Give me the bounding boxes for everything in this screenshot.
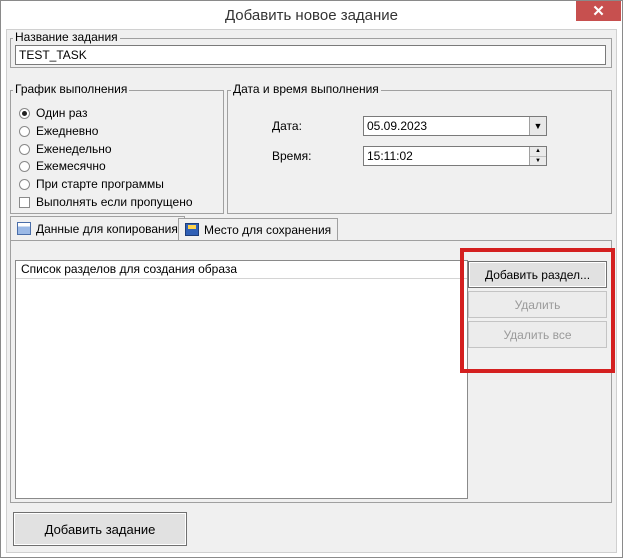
- radio-icon: [19, 143, 30, 155]
- schedule-option-monthly[interactable]: Ежемесячно: [19, 157, 106, 175]
- date-value: 05.09.2023: [367, 119, 428, 133]
- chevron-down-icon[interactable]: ▼: [529, 117, 546, 135]
- radio-label: При старте программы: [36, 177, 164, 191]
- tab-copy-data[interactable]: Данные для копирования: [10, 216, 185, 240]
- radio-icon: [19, 160, 30, 172]
- radio-icon: [19, 125, 30, 137]
- close-icon: ✕: [592, 3, 605, 20]
- tab-save-location[interactable]: Место для сохранения: [178, 218, 339, 240]
- floppy-disk-icon: [185, 223, 199, 236]
- close-button[interactable]: ✕: [576, 1, 621, 21]
- tab-label: Данные для копирования: [36, 221, 178, 236]
- tab-label: Место для сохранения: [204, 222, 332, 237]
- title-bar[interactable]: Добавить новое задание: [1, 1, 622, 29]
- date-label: Дата:: [272, 119, 302, 133]
- run-if-missed-checkbox[interactable]: Выполнять если пропущено: [19, 193, 193, 211]
- time-spinner[interactable]: 15:11:02 ▲ ▼: [363, 146, 547, 166]
- radio-label: Ежедневно: [36, 124, 99, 138]
- window-title: Добавить новое задание: [224, 7, 399, 24]
- time-value: 15:11:02: [367, 149, 413, 163]
- radio-label: Ежемесячно: [36, 159, 106, 173]
- schedule-option-weekly[interactable]: Еженедельно: [19, 140, 112, 158]
- datetime-legend: Дата и время выполнения: [231, 82, 381, 96]
- schedule-option-startup[interactable]: При старте программы: [19, 175, 164, 193]
- time-label: Время:: [272, 149, 312, 163]
- radio-icon: [19, 178, 30, 190]
- task-name-legend: Название задания: [13, 30, 120, 44]
- checkbox-label: Выполнять если пропущено: [36, 195, 193, 209]
- partition-list-header: Список разделов для создания образа: [16, 261, 467, 279]
- checkbox-icon: [19, 196, 30, 208]
- add-task-button[interactable]: Добавить задание: [13, 512, 187, 546]
- document-icon: [17, 222, 31, 235]
- date-picker[interactable]: 05.09.2023 ▼: [363, 116, 547, 136]
- highlight-frame: [460, 248, 615, 373]
- partition-list[interactable]: Список разделов для создания образа: [15, 260, 468, 499]
- schedule-option-daily[interactable]: Ежедневно: [19, 122, 98, 140]
- schedule-legend: График выполнения: [13, 82, 130, 96]
- spinner-arrows-icon[interactable]: ▲ ▼: [529, 147, 546, 165]
- task-name-input[interactable]: TEST_TASK: [15, 45, 606, 65]
- radio-label: Еженедельно: [36, 142, 112, 156]
- schedule-option-once[interactable]: Один раз: [19, 104, 87, 122]
- radio-selected-icon: [19, 107, 30, 119]
- radio-label: Один раз: [36, 106, 88, 120]
